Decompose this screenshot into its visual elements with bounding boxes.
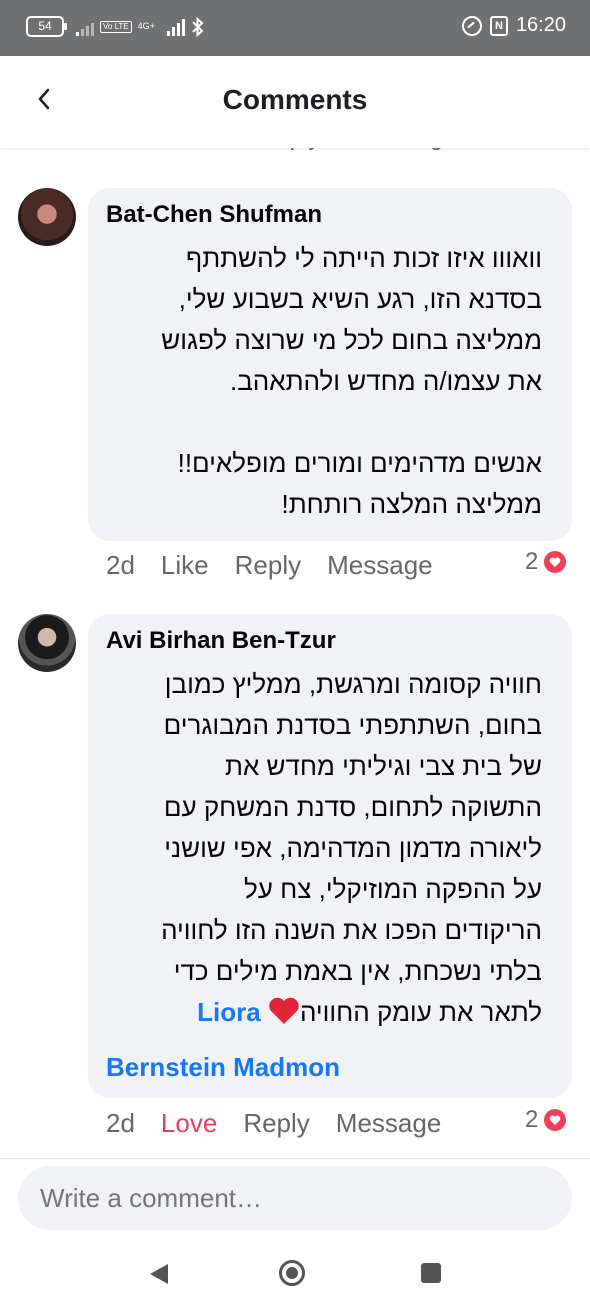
nav-home-icon[interactable] [279, 1260, 305, 1286]
comment-line: ליאורה מדמון המדהימה, אפי שושני [164, 833, 542, 863]
comment-actions: 2d Love Reply Message [106, 1108, 467, 1139]
comment-line [161, 402, 542, 443]
comment-line-with-tag: Liora לתאר את עומק החוויה [161, 992, 542, 1033]
reaction-number: 2 [525, 1106, 539, 1133]
comment-line: לתאר את עומק החוויה [299, 997, 542, 1027]
header-bar: Comments [0, 56, 590, 148]
reply-button[interactable]: Reply [243, 1108, 309, 1139]
comment-time: 2d [106, 1108, 135, 1138]
nav-back-icon[interactable] [148, 1262, 170, 1286]
comment-line: חוויה קסומה ומרגשת, ממליץ כמובן [164, 669, 542, 699]
comment-author[interactable]: Bat-Chen Shufman [106, 201, 322, 229]
reaction-number: 2 [525, 548, 539, 575]
avatar[interactable] [18, 188, 76, 246]
avatar[interactable] [18, 614, 76, 672]
wifi-signal-icon [76, 18, 94, 36]
comment-line: הריקודים הפכו את השנה הזו לחוויה [161, 915, 542, 945]
like-button[interactable]: Like [161, 550, 209, 581]
comment-line: וואווו איזו זכות הייתה לי להשתתף [186, 243, 542, 273]
comment-line: בחום, השתתפתי בסדנת המבוגרים [163, 710, 542, 740]
reaction-count[interactable]: 2 [525, 548, 569, 576]
comment-line: בסדנא הזו, רגע השיא בשבוע שלי, [178, 284, 542, 314]
comment-line: התשוקה לתחום, סדנת המשחק עם [163, 792, 542, 822]
nfc-icon: N [489, 15, 508, 36]
comment-input[interactable] [18, 1166, 572, 1230]
reaction-count[interactable]: 2 [525, 1106, 569, 1134]
volte-badge: Vo LTE [100, 20, 132, 33]
page-title: Comments [222, 84, 368, 115]
reply-button[interactable]: Reply [235, 550, 301, 581]
mention-link[interactable]: Bernstein Madmon [106, 1052, 340, 1083]
message-button[interactable]: Message [327, 550, 433, 581]
comment-author[interactable]: Avi Birhan Ben-Tzur [106, 627, 336, 655]
comment-line: על ההפקה המוזיקלי, צח על [244, 874, 542, 904]
red-heart-icon [269, 997, 299, 1024]
comment-text: וואווו איזו זכות הייתה לי להשתתף בסדנא ה… [161, 238, 542, 525]
comment-line: של בית צבי וגיליתי מחדש את [225, 751, 542, 781]
system-nav-bar [0, 1238, 590, 1311]
status-left: 54 Vo LTE 4G+ [26, 16, 205, 37]
comment-bubble: Bat-Chen Shufman וואווו איזו זכות הייתה … [88, 188, 572, 541]
comment-line: ממליצה המלצה רותחת! [281, 489, 542, 519]
comment-time: 2d [106, 550, 135, 580]
comment-bubble: Avi Birhan Ben-Tzur חוויה קסומה ומרגשת, … [88, 614, 572, 1098]
comment-line: אנשים מדהימים ומורים מופלאים!! [177, 448, 542, 478]
heart-icon [542, 1107, 569, 1133]
comment-line: את עצמו/ה מחדש ולהתאהב. [230, 366, 542, 396]
love-button[interactable]: Love [161, 1108, 217, 1139]
comment-text: חוויה קסומה ומרגשת, ממליץ כמובן בחום, הש… [161, 664, 542, 1033]
mention-link[interactable]: Liora [197, 997, 261, 1027]
status-right: N 16:20 [461, 14, 566, 37]
data-saver-icon [461, 15, 482, 36]
comment-line: ממליצה בחום לכל מי שרוצה לפגוש [161, 325, 542, 355]
bluetooth-icon [192, 16, 204, 37]
comment-actions: 2d Like Reply Message [106, 550, 459, 581]
message-button[interactable]: Message [336, 1108, 442, 1139]
status-bar: 54 Vo LTE 4G+ N 16:20 [0, 0, 590, 56]
battery-icon: 54 [26, 16, 67, 37]
heart-icon [542, 549, 569, 575]
battery-level: 54 [38, 19, 52, 33]
nav-recents-icon[interactable] [421, 1263, 441, 1283]
comment-line: בלתי נשכחת, אין באמת מילים כדי [173, 956, 542, 986]
cell-signal-icon [166, 18, 185, 36]
clock: 16:20 [515, 14, 566, 36]
network-type: 4G+ [137, 21, 155, 31]
comment-composer [0, 1158, 590, 1239]
